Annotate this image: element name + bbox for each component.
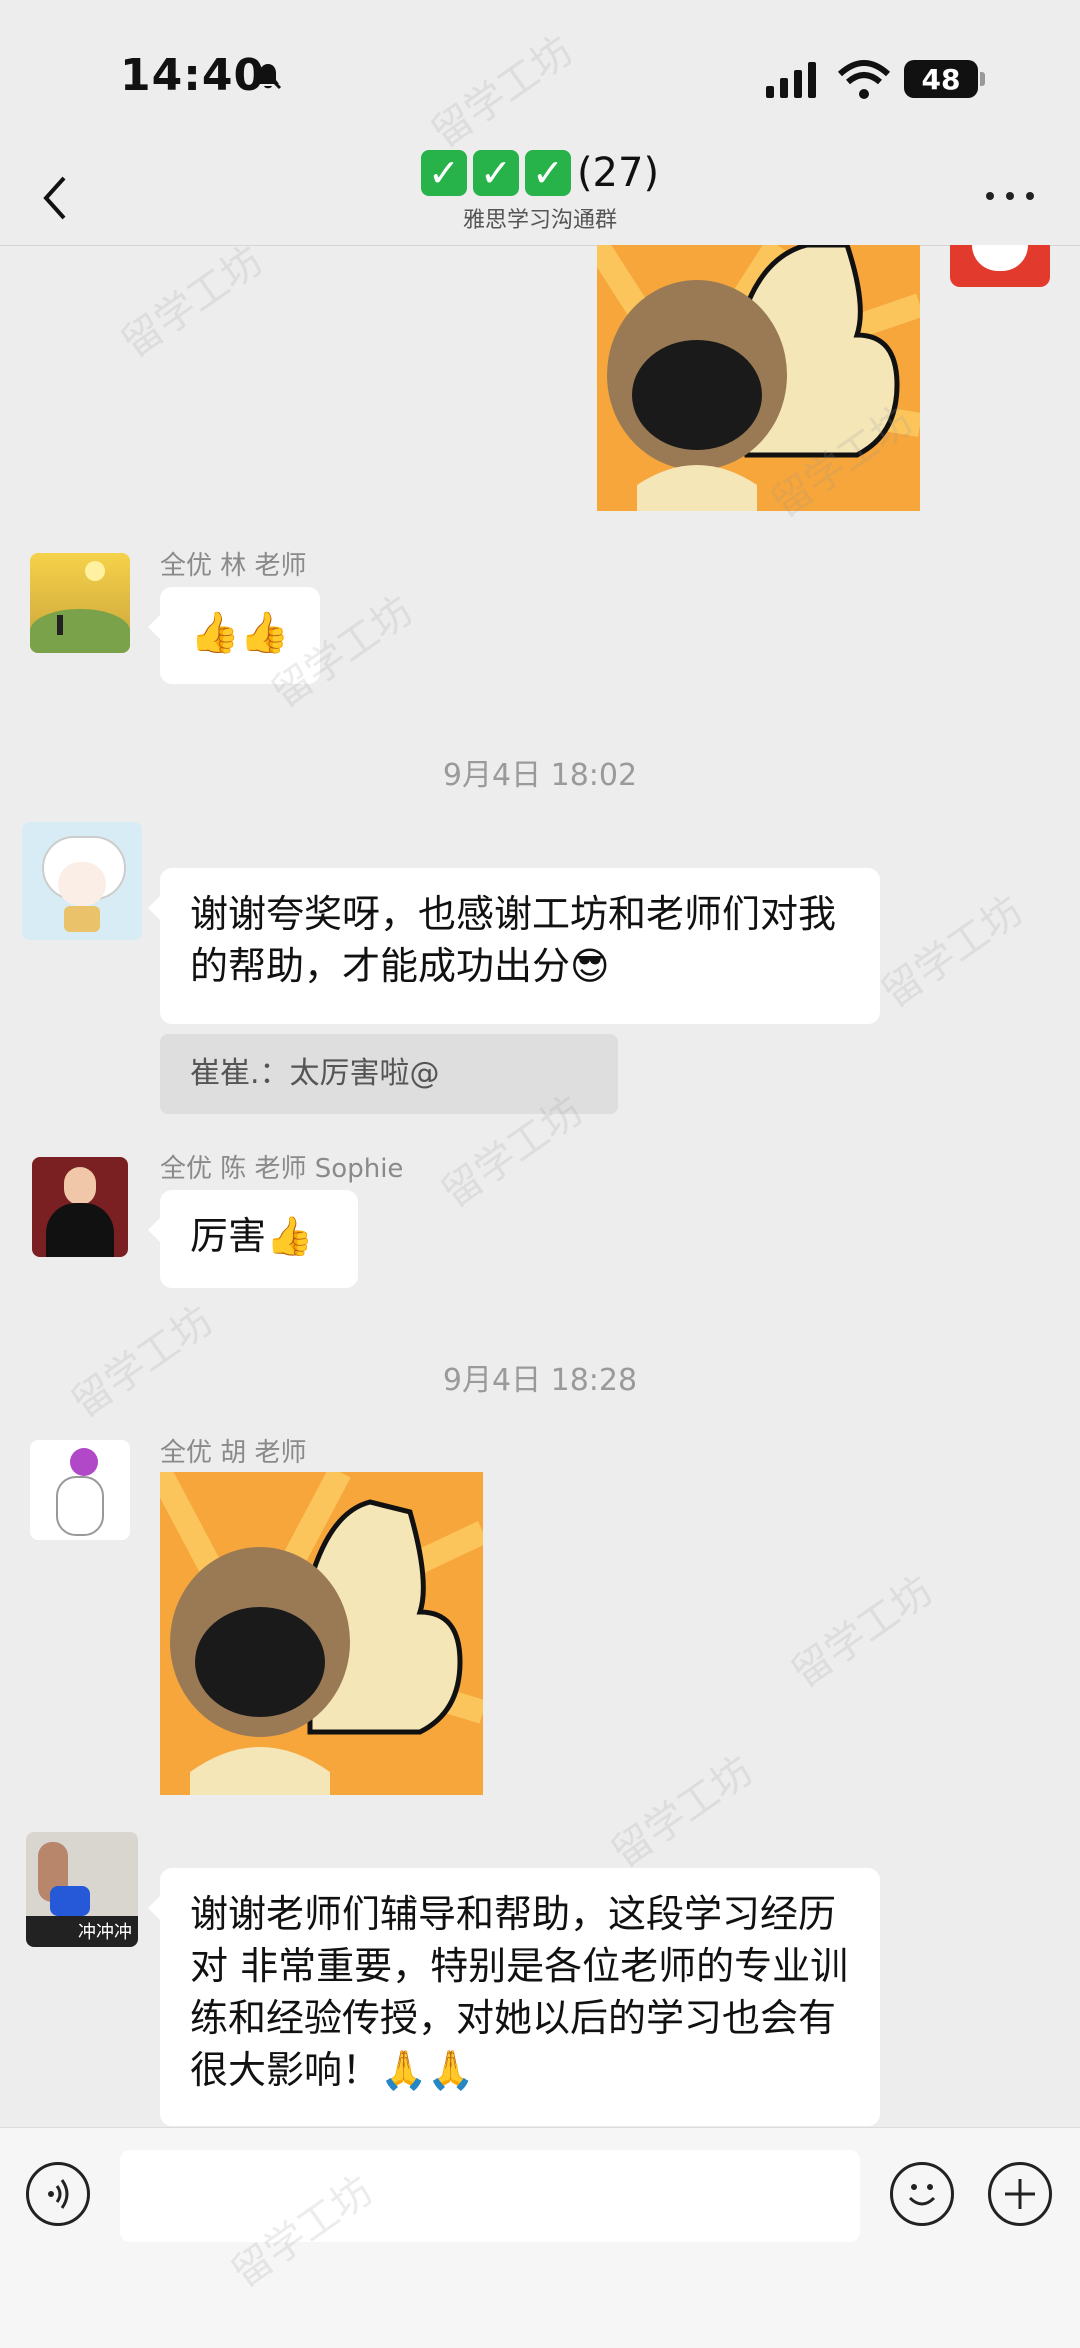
- watermark: 留学工坊: [873, 887, 1032, 1018]
- add-plus-icon[interactable]: [988, 2162, 1052, 2226]
- check-icon: ✓: [524, 150, 571, 196]
- sender-name: 全优 胡 老师: [160, 1438, 307, 1468]
- sender-avatar[interactable]: [32, 1157, 128, 1257]
- timestamp: 9月4日 18:02: [442, 758, 638, 793]
- sender-avatar[interactable]: [22, 822, 142, 940]
- status-time: 14:40: [120, 50, 266, 101]
- emoji-icon[interactable]: [890, 2162, 954, 2226]
- chat-header: ✓ ✓ ✓ (27) 雅思学习沟通群: [0, 150, 1080, 246]
- message-bubble[interactable]: 谢谢夸奖呀，也感谢工坊和老师们对我的帮助，才能成功出分😎: [148, 868, 880, 1024]
- sticker-thumbs-up-dog[interactable]: [160, 1472, 483, 1795]
- sender-name: 全优 林 老师: [160, 551, 307, 581]
- message-bubble[interactable]: 谢谢老师们辅导和帮助，这段学习经历对 非常重要，特别是各位老师的专业训练和经验传…: [148, 1868, 880, 2126]
- voice-input-icon[interactable]: [26, 2162, 90, 2226]
- battery-indicator: 48: [904, 60, 978, 98]
- status-bar: 14:40 48: [0, 0, 1080, 150]
- watermark: 留学工坊: [113, 237, 272, 368]
- message-bubble[interactable]: 厉害👍: [148, 1190, 358, 1288]
- timestamp: 9月4日 18:28: [442, 1363, 638, 1398]
- check-icon: ✓: [420, 150, 467, 196]
- quoted-reply[interactable]: 崔崔.：太厉害啦@: [160, 1034, 618, 1114]
- member-count: (27): [576, 150, 660, 196]
- check-icon: ✓: [472, 150, 519, 196]
- bell-muted-icon: [254, 62, 282, 90]
- avatar-label: 冲冲冲: [78, 1922, 132, 1943]
- message-bubble[interactable]: 👍👍: [148, 587, 320, 684]
- sender-avatar[interactable]: 冲冲冲: [26, 1832, 138, 1947]
- chat-subtitle: 雅思学习沟通群: [462, 208, 617, 233]
- battery-tip: [980, 72, 985, 86]
- sender-avatar[interactable]: [30, 553, 130, 653]
- message-input[interactable]: [120, 2150, 860, 2242]
- sender-name: 全优 陈 老师 Sophie: [160, 1154, 404, 1184]
- sticker-thumbs-up-dog[interactable]: [597, 245, 920, 511]
- input-bar: [0, 2127, 1080, 2348]
- watermark: 留学工坊: [603, 1747, 762, 1878]
- wifi-icon: [838, 60, 890, 99]
- chat-title: ✓ ✓ ✓ (27): [0, 150, 1080, 196]
- more-options-icon[interactable]: [986, 186, 1036, 206]
- my-avatar[interactable]: [950, 245, 1050, 287]
- watermark: 留学工坊: [783, 1567, 942, 1698]
- sender-avatar[interactable]: [30, 1440, 130, 1540]
- signal-icon: [766, 62, 816, 98]
